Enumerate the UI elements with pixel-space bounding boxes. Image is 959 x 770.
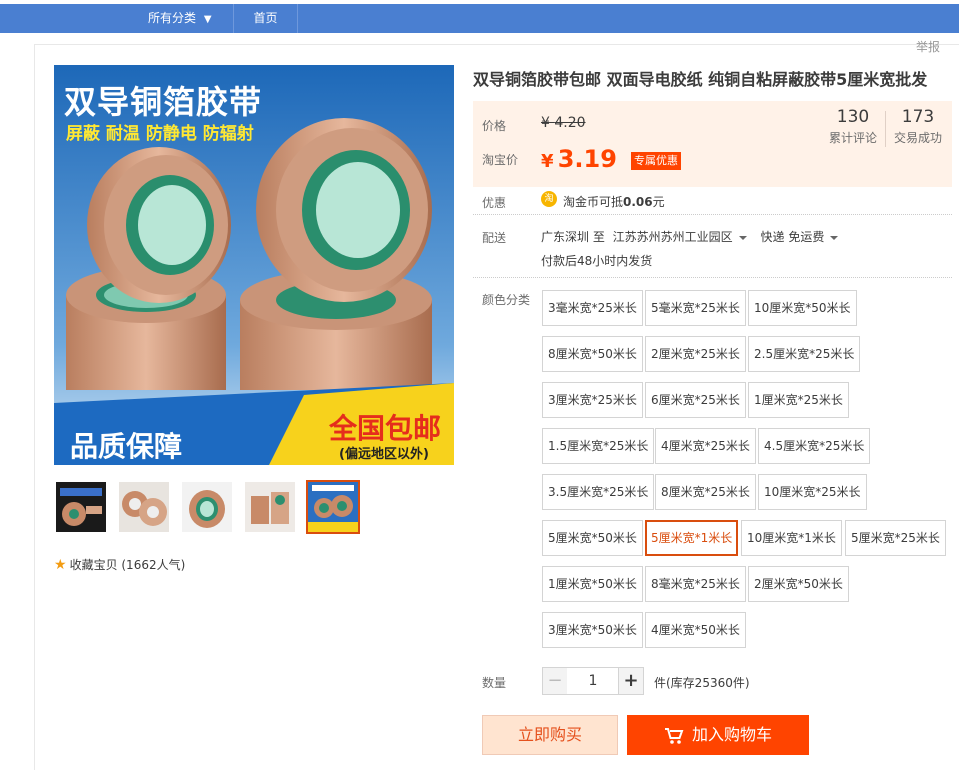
sku-option[interactable]: 6厘米宽*25米长 xyxy=(645,382,746,418)
sku-option[interactable]: 3厘米宽*25米长 xyxy=(542,382,643,418)
delivery-from: 广东深圳 至 xyxy=(541,230,605,244)
original-price: ¥ 4.20 xyxy=(541,115,586,131)
banner-free-shipping: 全国包邮 xyxy=(329,412,442,445)
star-icon: ★ xyxy=(54,557,67,573)
destination-dropdown-icon xyxy=(738,235,747,240)
discount-unit: 元 xyxy=(652,195,665,209)
taobao-price: ¥ 3.19 xyxy=(541,145,617,173)
sku-label: 颜色分类 xyxy=(482,293,531,307)
original-price-value: 4.20 xyxy=(554,115,586,131)
sku-option[interactable]: 10厘米宽*1米长 xyxy=(741,520,842,556)
sku-option[interactable]: 5厘米宽*1米长 xyxy=(645,520,739,556)
original-price-currency: ¥ xyxy=(541,115,550,131)
shipping-note: 付款后48小时内发货 xyxy=(541,254,653,268)
dropdown-triangle-icon: ▼ xyxy=(203,14,212,25)
nav-all-categories-label: 所有分类 xyxy=(148,11,197,25)
sku-option[interactable]: 3.5厘米宽*25米长 xyxy=(542,474,655,510)
deals-label: 交易成功 xyxy=(893,131,942,145)
method-dropdown-icon xyxy=(830,235,839,240)
sku-option[interactable]: 8厘米宽*50米长 xyxy=(542,336,643,372)
content-border xyxy=(34,44,35,770)
sku-option[interactable]: 4厘米宽*25米长 xyxy=(655,428,756,464)
stock-text: 件(库存25360件) xyxy=(654,676,750,690)
banner-headline: 双导铜箔胶带 xyxy=(64,83,263,121)
add-to-cart-label: 加入购物车 xyxy=(691,725,772,744)
thumbnail-2[interactable] xyxy=(117,480,171,534)
sku-option[interactable]: 2.5厘米宽*25米长 xyxy=(748,336,861,372)
review-label: 累计评论 xyxy=(828,131,877,145)
taobao-price-currency: ¥ xyxy=(541,151,554,172)
delivery-destination-select[interactable]: 江苏苏州苏州工业园区 xyxy=(613,230,757,244)
stat-divider xyxy=(885,111,886,147)
quantity-plus-button[interactable]: + xyxy=(618,667,644,695)
deals-count: 173 xyxy=(901,107,935,127)
sku-option[interactable]: 1厘米宽*50米长 xyxy=(542,566,643,602)
deals-stat: 173 交易成功 xyxy=(889,107,947,146)
main-product-image[interactable]: 双导铜箔胶带 屏蔽 耐温 防静电 防辐射 品质保障 全国包邮 (偏远地区以外) xyxy=(54,65,454,465)
delivery-destination: 江苏苏州苏州工业园区 xyxy=(612,230,733,244)
sku-option[interactable]: 4厘米宽*50米长 xyxy=(645,612,746,648)
banner-shipping-note: (偏远地区以外) xyxy=(339,447,429,462)
banner-quality: 品质保障 xyxy=(70,430,183,463)
quantity-label: 数量 xyxy=(482,676,507,690)
taojinbi-coin-icon: 淘 xyxy=(541,191,557,207)
discount-text: 淘金币可抵0.06元 xyxy=(563,193,665,210)
sku-option[interactable]: 1厘米宽*25米长 xyxy=(748,382,849,418)
nav-home[interactable]: 首页 xyxy=(234,4,298,33)
sku-option[interactable]: 10厘米宽*50米长 xyxy=(748,290,857,326)
delivery-method-select[interactable]: 快递 免运费 xyxy=(761,230,849,244)
sku-option[interactable]: 2厘米宽*50米长 xyxy=(748,566,849,602)
delivery-method: 快递 免运费 xyxy=(760,230,825,244)
sku-option[interactable]: 5毫米宽*25米长 xyxy=(645,290,746,326)
buy-now-button[interactable]: 立即购买 xyxy=(482,715,618,755)
promo-badge[interactable]: 专属优惠 xyxy=(631,152,681,170)
favorite-link[interactable]: ★ 收藏宝贝 (1662人气) xyxy=(54,556,185,573)
sku-option[interactable]: 5厘米宽*50米长 xyxy=(542,520,643,556)
cart-icon xyxy=(664,727,684,744)
quantity-minus-button[interactable]: − xyxy=(542,667,568,695)
discount-amount: 0.06 xyxy=(623,195,653,209)
thumbnail-3[interactable] xyxy=(180,480,234,534)
taobao-price-label: 淘宝价 xyxy=(482,153,519,167)
thumbnail-1[interactable] xyxy=(54,480,108,534)
discount-label: 优惠 xyxy=(482,196,507,210)
review-count: 130 xyxy=(836,107,870,127)
thumbnail-5[interactable] xyxy=(306,480,360,534)
sku-option[interactable]: 3厘米宽*50米长 xyxy=(542,612,643,648)
taobao-price-value: 3.19 xyxy=(557,145,617,173)
original-price-label: 价格 xyxy=(482,119,507,133)
discount-row: 优惠 淘 淘金币可抵0.06元 xyxy=(473,187,952,215)
delivery-route: 广东深圳 至 江苏苏州苏州工业园区 快递 免运费 xyxy=(541,228,848,245)
banner-subline: 屏蔽 耐温 防静电 防辐射 xyxy=(66,124,254,144)
product-title: 双导铜箔胶带包邮 双面导电胶纸 纯铜自粘屏蔽胶带5厘米宽批发 xyxy=(473,70,928,89)
content-divider xyxy=(34,44,959,45)
sku-option[interactable]: 5厘米宽*25米长 xyxy=(845,520,946,556)
sku-option[interactable]: 4.5厘米宽*25米长 xyxy=(758,428,871,464)
delivery-label: 配送 xyxy=(482,231,507,245)
sku-option[interactable]: 3毫米宽*25米长 xyxy=(542,290,643,326)
thumbnail-4[interactable] xyxy=(243,480,297,534)
sku-option[interactable]: 8毫米宽*25米长 xyxy=(645,566,746,602)
review-stat[interactable]: 130 累计评论 xyxy=(825,107,881,146)
sku-option[interactable]: 1.5厘米宽*25米长 xyxy=(542,428,655,464)
add-to-cart-button[interactable]: 加入购物车 xyxy=(627,715,809,755)
delivery-row: 配送 广东深圳 至 江苏苏州苏州工业园区 快递 免运费 付款后48小时内发货 xyxy=(473,224,952,278)
discount-prefix: 淘金币可抵 xyxy=(563,195,624,209)
nav-all-categories[interactable]: 所有分类 ▼ xyxy=(132,4,234,33)
price-box: 价格 ¥ 4.20 淘宝价 ¥ 3.19 专属优惠 130 累计评论 173 交… xyxy=(473,101,952,187)
favorite-text: 收藏宝贝 (1662人气) xyxy=(69,558,186,572)
quantity-input[interactable]: 1 xyxy=(567,667,619,695)
sku-option[interactable]: 2厘米宽*25米长 xyxy=(645,336,746,372)
sku-option[interactable]: 10厘米宽*25米长 xyxy=(758,474,867,510)
report-link[interactable]: 举报 xyxy=(916,38,940,55)
sku-option[interactable]: 8厘米宽*25米长 xyxy=(655,474,756,510)
